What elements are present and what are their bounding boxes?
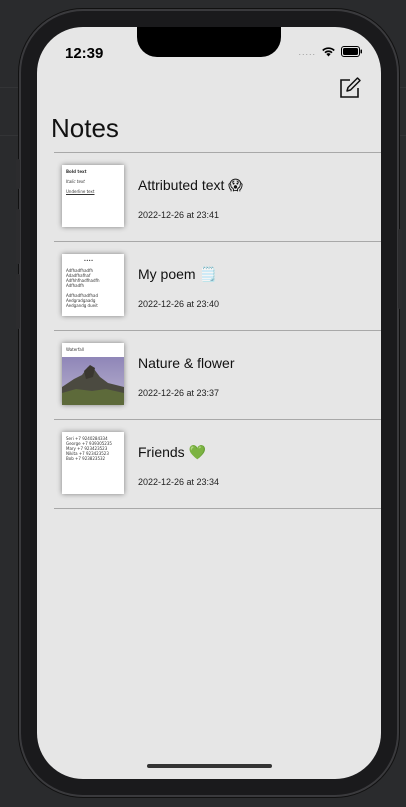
phone-screen: 12:39 ..... Notes Bold text Italic text Un… [37, 27, 381, 779]
note-thumbnail: •••• Adfhadfhadfh Adadfhafhaf Adfhhfhadfhad… [62, 254, 124, 316]
note-row[interactable]: •••• Adfhadfhadfh Adadfhafhaf Adfhhfhadfhad… [54, 242, 381, 330]
note-title: Nature & flower [138, 355, 235, 371]
side-button [16, 159, 20, 189]
note-date: 2022-12-26 at 23:34 [138, 477, 220, 487]
note-thumbnail: Bold text Italic text Underline text [62, 165, 124, 227]
note-thumbnail: Waterfall [62, 343, 124, 405]
page-title: Notes [51, 113, 119, 143]
thumbnail-text: •••• Adfhadfhadfh Adadfhafhaf Adfhhfhadfhad… [62, 254, 124, 312]
wifi-icon [321, 46, 336, 57]
divider [54, 508, 381, 509]
thumbnail-text: Seri +7 9240284334 George +7 939305235 Mar… [62, 432, 124, 465]
side-button [398, 229, 402, 309]
note-row[interactable]: Bold text Italic text Underline text Attrib… [54, 153, 381, 241]
landscape-photo [62, 357, 124, 405]
battery-icon [341, 46, 363, 57]
thumbnail-line: Aedgandg dueit [66, 303, 98, 308]
compose-button[interactable] [337, 75, 363, 101]
note-title: My poem 🗒️ [138, 266, 217, 282]
note-date: 2022-12-26 at 23:37 [138, 388, 220, 398]
note-date: 2022-12-26 at 23:41 [138, 210, 220, 220]
side-button [16, 209, 20, 264]
thumbnail-line: Bob +7 923823532 [66, 456, 106, 461]
notch [137, 27, 281, 57]
status-icons: ..... [298, 46, 363, 57]
cellular-signal: ..... [298, 46, 316, 57]
note-date: 2022-12-26 at 23:40 [138, 299, 220, 309]
note-title: Attributed text 😱 [138, 177, 243, 193]
compose-icon [340, 77, 361, 98]
note-row[interactable]: Seri +7 9240284334 George +7 939305235 Mar… [54, 420, 381, 508]
note-title: Friends 💚 [138, 444, 207, 460]
thumbnail-caption: Waterfall [66, 347, 84, 352]
note-row[interactable]: Waterfall Nature & flower 2022-12-26 at 23… [54, 331, 381, 419]
thumbnail-text: Bold text Italic text Underline text [62, 165, 124, 198]
status-time: 12:39 [65, 45, 104, 62]
home-indicator[interactable] [147, 764, 272, 768]
thumbnail-line: Underline text [66, 189, 95, 194]
note-thumbnail: Seri +7 9240284334 George +7 939305235 Mar… [62, 432, 124, 494]
side-button [16, 274, 20, 329]
